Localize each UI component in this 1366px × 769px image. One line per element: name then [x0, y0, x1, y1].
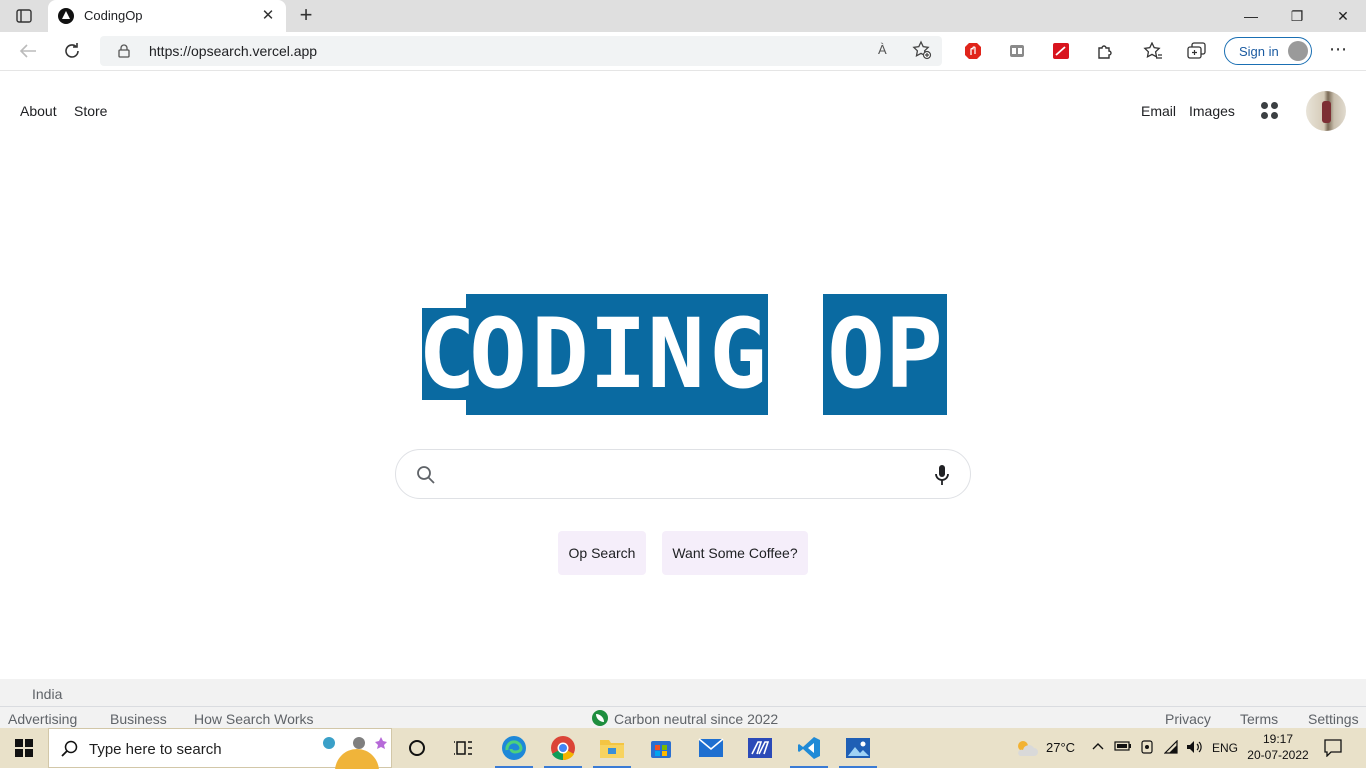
search-input[interactable] [448, 462, 918, 486]
taskbar-search-icon [61, 740, 79, 763]
logo-letter: O [469, 298, 527, 410]
show-hidden-icons-chevron-icon[interactable] [1092, 740, 1104, 754]
vscode-icon[interactable] [786, 728, 832, 768]
sign-in-label: Sign in [1239, 44, 1279, 59]
search-highlight-art-icon [323, 737, 387, 769]
adblock-extension-icon[interactable] [962, 40, 984, 62]
close-window-icon[interactable]: ✕ [1320, 0, 1366, 32]
url-text[interactable]: https://opsearch.vercel.app [149, 43, 317, 59]
minimize-icon[interactable]: — [1228, 0, 1274, 32]
op-search-button[interactable]: Op Search [558, 531, 646, 575]
browser-toolbar: https://opsearch.vercel.app À Sign in ⋯ [0, 32, 1366, 71]
browser-tab-strip: CodingOp ✕ + — ❐ ✕ [0, 0, 1366, 32]
microphone-icon[interactable] [934, 464, 950, 491]
read-aloud-icon[interactable]: À [878, 42, 887, 57]
page-footer: India Advertising Business How Search Wo… [0, 679, 1366, 728]
back-arrow-icon[interactable] [14, 39, 42, 63]
edge-browser-icon[interactable] [491, 728, 537, 768]
terms-link[interactable]: Terms [1240, 711, 1278, 727]
logo-letter: O [827, 298, 885, 410]
lock-icon[interactable] [118, 44, 130, 63]
leaf-icon [592, 710, 608, 726]
logo-letter: G [709, 298, 767, 410]
country-label: India [32, 686, 63, 702]
close-tab-icon[interactable]: ✕ [258, 6, 278, 26]
taskbar-search-placeholder: Type here to search [89, 741, 222, 758]
device-icon[interactable] [1140, 740, 1154, 757]
notifications-icon[interactable] [1324, 739, 1342, 760]
search-box[interactable] [395, 449, 971, 499]
weather-icon[interactable] [1014, 738, 1038, 761]
site-favicon-icon [58, 8, 74, 24]
images-link[interactable]: Images [1189, 103, 1235, 119]
cortana-icon[interactable] [394, 728, 440, 768]
collections-icon[interactable] [1186, 40, 1208, 62]
weather-temperature[interactable]: 27°C [1046, 740, 1075, 755]
business-link[interactable]: Business [110, 711, 167, 727]
browser-tab[interactable]: CodingOp ✕ [48, 0, 286, 32]
restore-icon[interactable]: ❐ [1274, 0, 1320, 32]
email-link[interactable]: Email [1141, 103, 1176, 119]
wifi-icon[interactable] [1163, 739, 1180, 757]
reading-extension-icon[interactable] [1006, 40, 1028, 62]
language-indicator[interactable]: ENG [1212, 741, 1238, 755]
tab-title: CodingOp [84, 8, 143, 23]
chrome-icon[interactable] [540, 728, 586, 768]
search-icon [416, 465, 436, 490]
footer-divider [0, 706, 1366, 707]
battery-icon[interactable] [1114, 740, 1132, 755]
windows-taskbar: Type here to search 27°C ENG 19:17 20-07… [0, 728, 1366, 769]
new-tab-button[interactable]: + [294, 4, 318, 28]
clock-date: 20-07-2022 [1247, 748, 1309, 762]
privacy-link[interactable]: Privacy [1165, 711, 1211, 727]
logo-letter: N [647, 298, 705, 410]
file-explorer-icon[interactable] [589, 728, 635, 768]
add-favorite-icon[interactable] [912, 40, 932, 65]
more-options-icon[interactable]: ⋯ [1328, 40, 1348, 60]
address-bar[interactable]: https://opsearch.vercel.app À [100, 36, 942, 66]
microsoft-store-icon[interactable] [638, 728, 684, 768]
logo-letter: D [531, 298, 589, 410]
browser-profile-avatar [1288, 41, 1308, 61]
favorites-icon[interactable] [1142, 40, 1164, 62]
extensions-puzzle-icon[interactable] [1094, 40, 1116, 62]
taskbar-search-box[interactable]: Type here to search [48, 728, 392, 769]
task-view-icon[interactable] [440, 728, 486, 768]
coding-op-logo: C O D I N G O P [418, 292, 948, 416]
mail-icon[interactable] [688, 728, 734, 768]
about-link[interactable]: About [20, 103, 57, 119]
tab-actions-icon[interactable] [8, 6, 40, 26]
user-avatar[interactable] [1306, 91, 1346, 131]
store-link[interactable]: Store [74, 103, 107, 119]
logo-letter: I [589, 298, 647, 410]
want-some-coffee-button[interactable]: Want Some Coffee? [662, 531, 808, 575]
apps-grid-icon[interactable] [1261, 102, 1279, 120]
advertising-link[interactable]: Advertising [8, 711, 77, 727]
clock-time: 19:17 [1262, 732, 1294, 746]
logo-letter: P [885, 298, 943, 410]
how-search-works-link[interactable]: How Search Works [194, 711, 314, 727]
taskbar-clock[interactable]: 19:17 20-07-2022 [1246, 731, 1310, 763]
pdf-extension-icon[interactable] [1050, 40, 1072, 62]
paint-app-icon[interactable] [737, 728, 783, 768]
volume-icon[interactable] [1186, 740, 1204, 757]
logo-letter: C [418, 298, 476, 410]
photos-icon[interactable] [835, 728, 881, 768]
windows-start-icon[interactable] [0, 728, 48, 768]
carbon-neutral-text: Carbon neutral since 2022 [614, 711, 779, 727]
refresh-icon[interactable] [58, 39, 86, 63]
settings-link[interactable]: Settings [1308, 711, 1359, 727]
sign-in-button[interactable]: Sign in [1224, 37, 1312, 65]
